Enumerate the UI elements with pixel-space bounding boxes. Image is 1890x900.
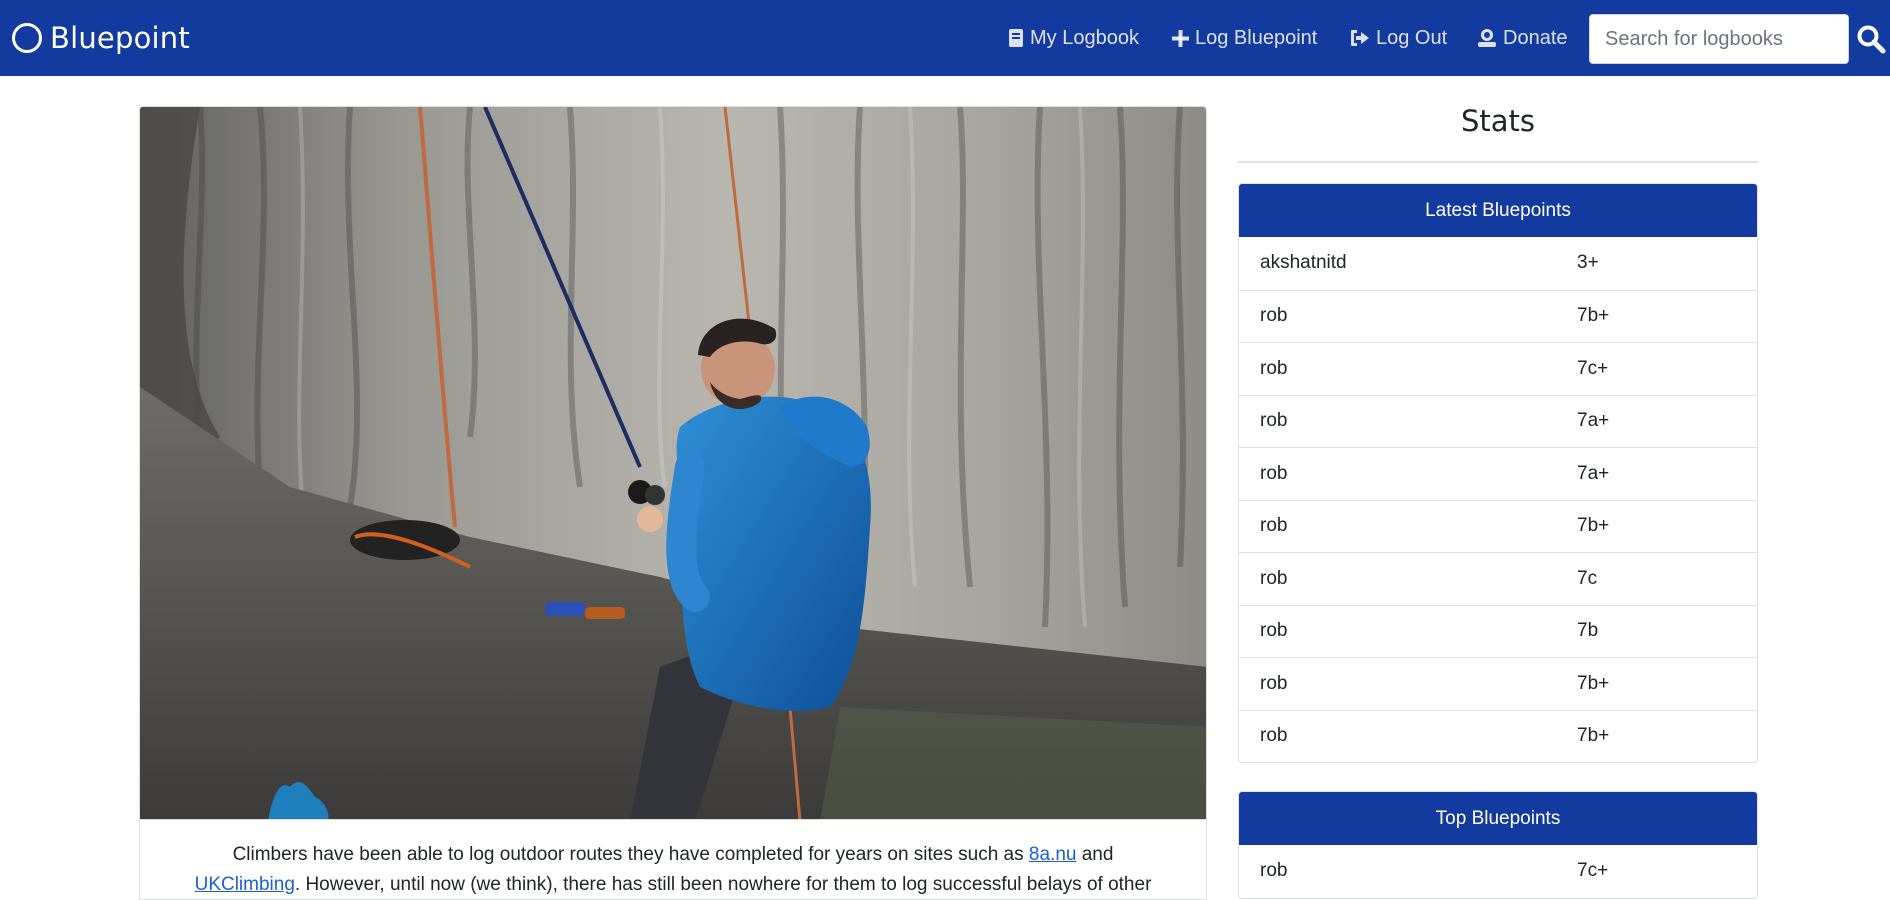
bluepoint-row[interactable]: rob 7b+ bbox=[1239, 657, 1757, 710]
bluepoint-user: rob bbox=[1260, 357, 1288, 379]
brand-name: Bluepoint bbox=[50, 21, 190, 55]
latest-bluepoints-header: Latest Bluepoints bbox=[1239, 184, 1757, 237]
top-bluepoints-card: Top Bluepoints rob 7c+ bbox=[1238, 791, 1758, 899]
bluepoint-user: akshatnitd bbox=[1260, 252, 1347, 274]
bluepoint-row[interactable]: rob 7b bbox=[1239, 604, 1757, 658]
nav-log-out-link[interactable]: Log Out bbox=[1350, 27, 1447, 50]
bluepoint-grade: 7a+ bbox=[1577, 410, 1610, 432]
bluepoint-grade: 7b bbox=[1577, 620, 1599, 642]
intro-text-1: Climbers have been able to log outdoor r… bbox=[232, 844, 1029, 865]
book-icon bbox=[1009, 29, 1023, 47]
bluepoint-row[interactable]: rob 7c+ bbox=[1239, 342, 1757, 395]
bluepoint-row[interactable]: rob 7b+ bbox=[1239, 709, 1757, 763]
bluepoint-row[interactable]: rob 7a+ bbox=[1239, 447, 1757, 500]
bluepoint-user: rob bbox=[1260, 672, 1288, 694]
stats-divider bbox=[1238, 161, 1758, 163]
hero-climber-photo bbox=[139, 106, 1207, 820]
intro-paragraph: Climbers have been able to log outdoor r… bbox=[139, 820, 1207, 900]
sign-out-icon bbox=[1351, 30, 1369, 46]
bluepoint-user: rob bbox=[1260, 462, 1288, 484]
top-navbar: Bluepoint My Logbook Log Bluepoint Log O… bbox=[0, 0, 1890, 76]
brand-circle-icon bbox=[12, 23, 42, 53]
top-bluepoints-list: rob 7c+ bbox=[1239, 845, 1757, 898]
bluepoint-user: rob bbox=[1260, 620, 1288, 642]
link-ukclimbing[interactable]: UKClimbing bbox=[195, 874, 295, 895]
bluepoint-user: rob bbox=[1260, 725, 1288, 747]
latest-bluepoints-list: akshatnitd 3+ rob 7b+ rob 7c+ rob 7a+ rob 7a+ rob 7… bbox=[1239, 237, 1757, 762]
nav-donate-label: Donate bbox=[1503, 26, 1568, 49]
bluepoint-grade: 7b+ bbox=[1577, 305, 1610, 327]
bluepoint-row[interactable]: rob 7c+ bbox=[1239, 845, 1757, 898]
bluepoint-grade: 7a+ bbox=[1577, 462, 1610, 484]
bluepoint-grade: 7b+ bbox=[1577, 515, 1610, 537]
bluepoint-row[interactable]: rob 7c bbox=[1239, 552, 1757, 605]
bluepoint-row[interactable]: rob 7b+ bbox=[1239, 289, 1757, 343]
bluepoint-grade: 7c+ bbox=[1577, 357, 1609, 379]
nav-log-out-label: Log Out bbox=[1376, 26, 1448, 49]
bluepoint-grade: 7b+ bbox=[1577, 725, 1610, 747]
link-8a-nu[interactable]: 8a.nu bbox=[1029, 844, 1077, 865]
bluepoint-grade: 7b+ bbox=[1577, 672, 1610, 694]
search-icon bbox=[1857, 25, 1886, 54]
donate-hand-icon bbox=[1478, 29, 1496, 47]
nav-log-bluepoint-link[interactable]: Log Bluepoint bbox=[1172, 27, 1317, 50]
intro-text-2: and bbox=[1076, 844, 1114, 865]
bluepoint-user: rob bbox=[1260, 410, 1288, 432]
stats-heading: Stats bbox=[1460, 104, 1536, 138]
search-button[interactable] bbox=[1856, 24, 1886, 54]
nav-log-bluepoint-label: Log Bluepoint bbox=[1195, 26, 1318, 49]
bluepoint-user: rob bbox=[1260, 860, 1288, 882]
nav-my-logbook-label: My Logbook bbox=[1030, 26, 1139, 49]
plus-icon bbox=[1172, 29, 1189, 47]
intro-text-3: . However, until now (we think), there h… bbox=[294, 874, 1152, 895]
bluepoint-row[interactable]: akshatnitd 3+ bbox=[1239, 237, 1757, 290]
nav-donate-link[interactable]: Donate bbox=[1477, 27, 1568, 50]
latest-bluepoints-card: Latest Bluepoints akshatnitd 3+ rob 7b+ rob 7… bbox=[1238, 183, 1758, 763]
bluepoint-user: rob bbox=[1260, 567, 1288, 589]
brand-home-link[interactable]: Bluepoint bbox=[12, 20, 190, 56]
nav-my-logbook-link[interactable]: My Logbook bbox=[1008, 27, 1139, 50]
top-bluepoints-header: Top Bluepoints bbox=[1239, 792, 1757, 845]
search-logbooks-input[interactable] bbox=[1589, 14, 1849, 64]
bluepoint-grade: 7c+ bbox=[1577, 860, 1609, 882]
bluepoint-user: rob bbox=[1260, 305, 1288, 327]
bluepoint-grade: 3+ bbox=[1577, 252, 1599, 274]
bluepoint-row[interactable]: rob 7a+ bbox=[1239, 394, 1757, 448]
bluepoint-user: rob bbox=[1260, 515, 1288, 537]
bluepoint-grade: 7c bbox=[1577, 567, 1598, 589]
bluepoint-row[interactable]: rob 7b+ bbox=[1239, 499, 1757, 553]
